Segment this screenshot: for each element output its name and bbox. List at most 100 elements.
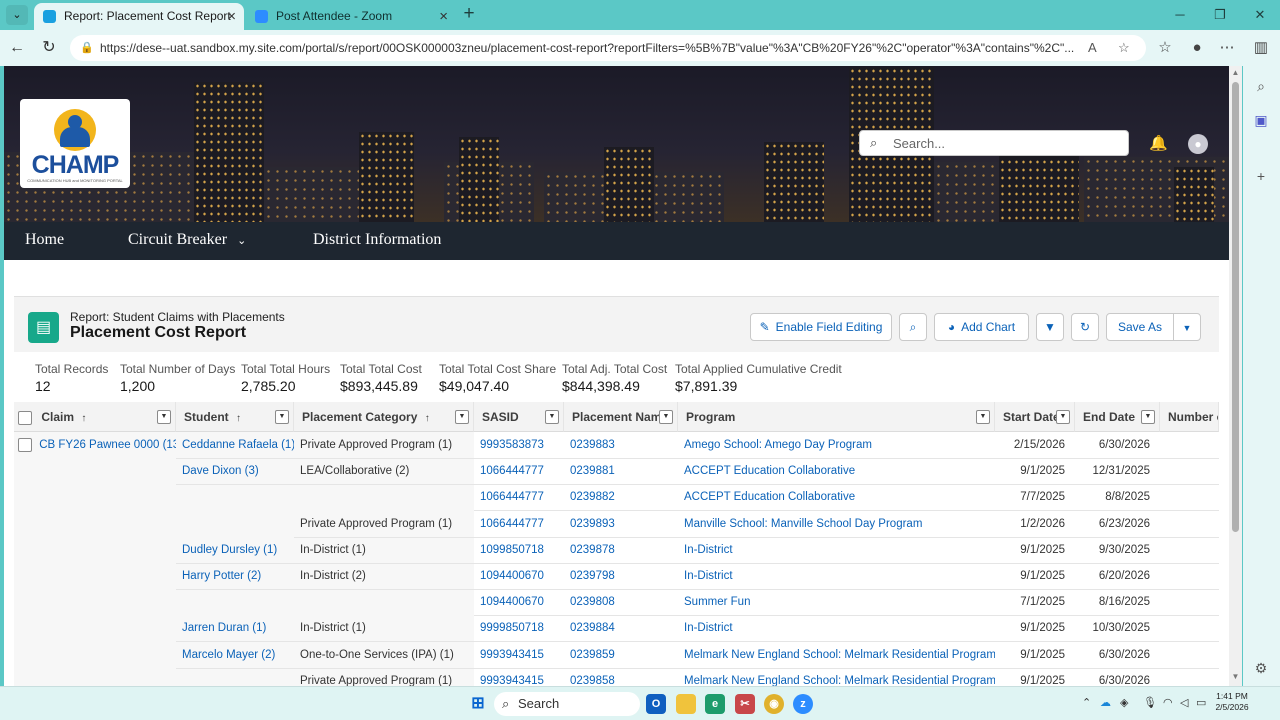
claim-link[interactable]: CB FY26 Pawnee 0000 (13) (39, 439, 176, 451)
placement-name-cell[interactable]: 0239858 (564, 668, 678, 686)
sasid-cell[interactable]: 1094400670 (474, 589, 564, 615)
placement-name-cell[interactable]: 0239893 (564, 511, 678, 537)
nav-circuit-breaker[interactable]: Circuit Breaker ⌄ (128, 222, 246, 260)
taskbar-search[interactable]: ⌕ Search (494, 692, 640, 716)
column-header-placement-name[interactable]: Placement Name ▼ (564, 402, 678, 432)
close-tab-icon[interactable]: × (227, 3, 236, 30)
program-cell[interactable]: ACCEPT Education Collaborative (678, 458, 995, 484)
program-cell[interactable]: In-District (678, 537, 995, 563)
column-menu-icon[interactable]: ▼ (1141, 410, 1155, 424)
nav-home[interactable]: Home (25, 222, 64, 260)
outlook-icon[interactable]: O (646, 694, 666, 714)
program-cell[interactable]: Manville School: Manville School Day Pro… (678, 511, 995, 537)
close-tab-icon[interactable]: × (439, 3, 448, 30)
sasid-cell[interactable]: 9993583873 (474, 432, 564, 458)
sidebar-toggle-icon[interactable]: ▥ (1250, 37, 1272, 59)
student-cell[interactable]: Dudley Dursley (1) (176, 537, 294, 563)
windows-start-icon[interactable]: ⊞ (468, 694, 488, 714)
security-icon[interactable]: ◈ (1120, 696, 1128, 709)
program-cell[interactable]: In-District (678, 563, 995, 589)
close-window-icon[interactable]: ✕ (1246, 4, 1274, 26)
settings-gear-icon[interactable]: ⚙ (1251, 658, 1271, 678)
column-header-placement-category[interactable]: Placement Category ↑ ▼ (294, 402, 474, 432)
column-menu-icon[interactable]: ▼ (455, 410, 469, 424)
student-cell[interactable]: Jarren Duran (1) (176, 615, 294, 641)
scroll-down-icon[interactable]: ▼ (1230, 672, 1241, 682)
teams-icon[interactable]: ▣ (1251, 110, 1271, 130)
column-menu-icon[interactable]: ▼ (275, 410, 289, 424)
scroll-up-icon[interactable]: ▲ (1230, 68, 1241, 78)
program-cell[interactable]: Summer Fun (678, 589, 995, 615)
show-hidden-icons-icon[interactable]: ⌃ (1082, 696, 1091, 709)
placement-name-cell[interactable]: 0239883 (564, 432, 678, 458)
sasid-cell[interactable]: 9993943415 (474, 668, 564, 686)
placement-name-cell[interactable]: 0239859 (564, 642, 678, 668)
save-as-button[interactable]: Save As (1106, 313, 1174, 341)
filter-button[interactable]: ▼ (1036, 313, 1064, 341)
search-icon[interactable]: ⌕ (1251, 76, 1271, 96)
student-cell[interactable]: Dave Dixon (3) (176, 458, 294, 484)
add-icon[interactable]: + (1251, 166, 1271, 186)
scrollbar-thumb[interactable] (1232, 82, 1239, 532)
notification-bell-icon[interactable]: 🔔 (1149, 134, 1168, 152)
minimize-icon[interactable]: ─ (1166, 4, 1194, 26)
search-report-button[interactable]: ⌕ (899, 313, 927, 341)
page-scrollbar[interactable]: ▲ ▼ (1229, 66, 1242, 686)
more-options-icon[interactable]: ⋯ (1216, 37, 1238, 59)
system-clock[interactable]: 1:41 PM 2/5/2026 (1213, 691, 1251, 713)
chrome-icon[interactable]: ◉ (764, 694, 784, 714)
sasid-cell[interactable]: 1066444777 (474, 484, 564, 510)
new-tab-icon[interactable]: + (458, 4, 480, 26)
student-cell[interactable]: Harry Potter (2) (176, 563, 294, 589)
program-cell[interactable]: Amego School: Amego Day Program (678, 432, 995, 458)
restore-icon[interactable]: ❐ (1206, 4, 1234, 26)
snipping-tool-icon[interactable]: ✂ (735, 694, 755, 714)
program-cell[interactable]: Melmark New England School: Melmark Resi… (678, 668, 995, 686)
nav-district-information[interactable]: District Information (313, 222, 441, 260)
zoom-app-icon[interactable]: z (793, 694, 813, 714)
placement-name-cell[interactable]: 0239881 (564, 458, 678, 484)
column-menu-icon[interactable]: ▼ (659, 410, 673, 424)
column-menu-icon[interactable]: ▼ (976, 410, 990, 424)
sasid-cell[interactable]: 9999850718 (474, 615, 564, 641)
placement-name-cell[interactable]: 0239878 (564, 537, 678, 563)
tab-zoom[interactable]: Post Attendee - Zoom × (246, 3, 456, 30)
column-menu-icon[interactable]: ▼ (157, 410, 171, 424)
student-cell[interactable]: Marcelo Mayer (2) (176, 642, 294, 668)
placement-name-cell[interactable]: 0239884 (564, 615, 678, 641)
sasid-cell[interactable]: 1066444777 (474, 511, 564, 537)
onedrive-icon[interactable]: ☁ (1100, 696, 1111, 709)
favorites-icon[interactable]: ☆ (1154, 37, 1176, 59)
program-cell[interactable]: Melmark New England School: Melmark Resi… (678, 642, 995, 668)
placement-name-cell[interactable]: 0239882 (564, 484, 678, 510)
column-header-sasid[interactable]: SASID ▼ (474, 402, 564, 432)
tab-actions-menu-icon[interactable]: ⌄ (6, 5, 28, 25)
placement-name-cell[interactable]: 0239808 (564, 589, 678, 615)
sasid-cell[interactable]: 1066444777 (474, 458, 564, 484)
column-menu-icon[interactable]: ▼ (1056, 410, 1070, 424)
column-header-claim[interactable]: Claim ↑ ▼ (14, 402, 176, 432)
refresh-icon[interactable]: ↻ (38, 37, 60, 59)
profile-icon[interactable]: ● (1186, 37, 1208, 59)
volume-icon[interactable]: ◁ (1180, 696, 1188, 709)
column-header-number-of[interactable]: Number of (1160, 402, 1219, 432)
site-search-input[interactable]: ⌕ Search... (859, 130, 1129, 156)
select-all-checkbox[interactable] (18, 410, 32, 425)
add-chart-button[interactable]: ◕ Add Chart (934, 313, 1029, 341)
column-header-end-date[interactable]: End Date ▼ (1075, 402, 1160, 432)
read-aloud-icon[interactable]: A (1088, 35, 1097, 61)
sasid-cell[interactable]: 1099850718 (474, 537, 564, 563)
column-header-program[interactable]: Program ▼ (678, 402, 995, 432)
favorite-star-icon[interactable]: ☆ (1118, 35, 1130, 61)
tab-placement-cost-report[interactable]: Report: Placement Cost Report × (34, 3, 244, 30)
user-avatar-icon[interactable]: ● (1188, 134, 1208, 154)
back-icon[interactable]: ← (6, 37, 28, 59)
claim-cell[interactable]: CB FY26 Pawnee 0000 (13) (18, 432, 176, 458)
edge-browser-icon[interactable]: e (705, 694, 725, 714)
column-header-student[interactable]: Student ↑ ▼ (176, 402, 294, 432)
save-options-dropdown[interactable]: ▼ (1173, 313, 1201, 341)
url-field[interactable]: 🔒 https://dese--uat.sandbox.my.site.com/… (70, 35, 1146, 61)
student-cell[interactable]: Ceddanne Rafaela (1) (176, 432, 294, 458)
champ-logo[interactable]: CHAMP COMMUNICATION HUB and MONITORING P… (20, 99, 130, 188)
sasid-cell[interactable]: 1094400670 (474, 563, 564, 589)
